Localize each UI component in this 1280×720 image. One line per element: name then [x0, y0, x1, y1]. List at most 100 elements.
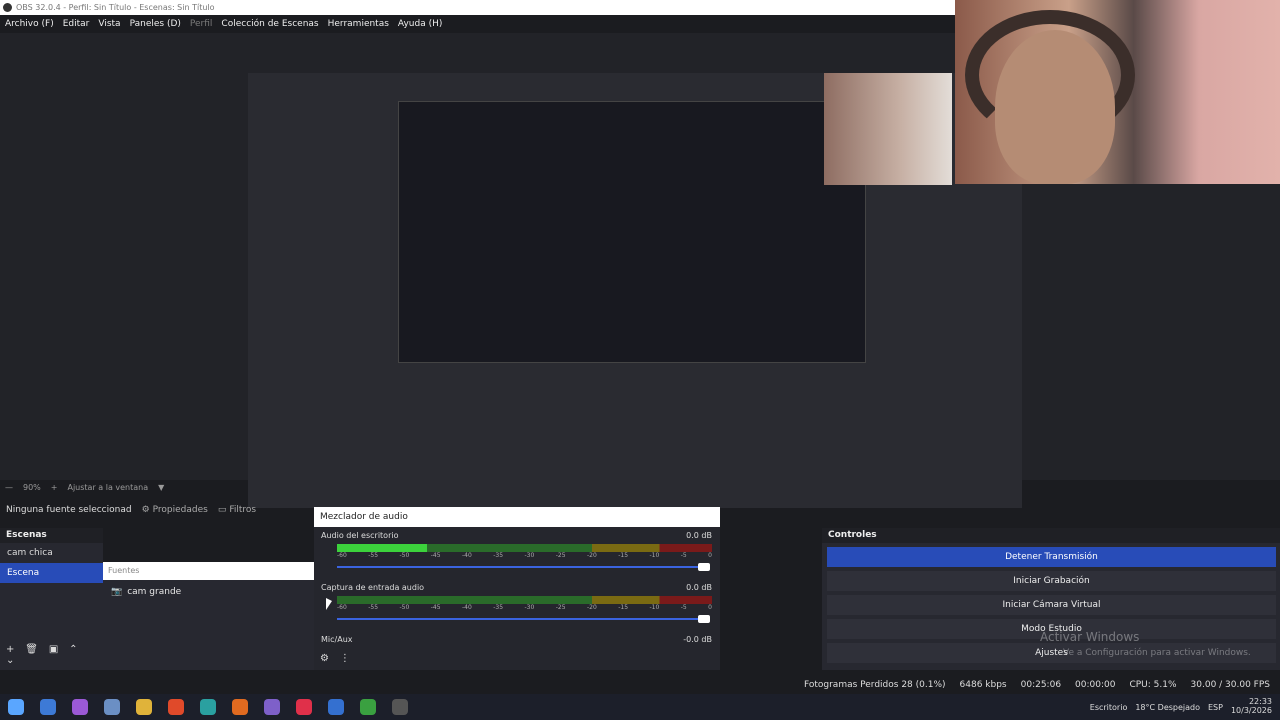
chrome-icon[interactable]: [360, 699, 376, 715]
meter-tick-label: -25: [555, 604, 566, 611]
windows-start-icon[interactable]: [8, 699, 24, 715]
properties-button[interactable]: ⚙ Propiedades: [142, 505, 208, 515]
channel-name: Mic/Aux: [321, 635, 353, 644]
menu-archivo[interactable]: Archivo (F): [5, 19, 54, 29]
meter-tick-label: -35: [493, 552, 504, 559]
meter-tick-label: -5: [680, 604, 687, 611]
mixer-channel-mic: Mic/Aux -0.0 dB: [314, 631, 720, 651]
menu-editar[interactable]: Editar: [63, 19, 90, 29]
meter-tick-label: -55: [368, 604, 379, 611]
window-title-bar: OBS 32.0.4 - Perfil: Sin Título - Escena…: [0, 0, 955, 15]
menu-ayuda[interactable]: Ayuda (H): [398, 19, 442, 29]
obs-logo-icon: [3, 3, 12, 12]
menu-herramientas[interactable]: Herramientas: [328, 19, 389, 29]
nested-preview-image: [398, 101, 866, 363]
channel-db: 0.0 dB: [686, 583, 712, 592]
language[interactable]: ESP: [1208, 703, 1223, 712]
mouse-cursor: [326, 598, 332, 610]
start-virtual-camera-button[interactable]: Iniciar Cámara Virtual: [827, 595, 1276, 615]
chevron-down-icon[interactable]: ▼: [158, 483, 164, 492]
webcam-image: [955, 0, 1280, 184]
scenes-title: Escenas: [0, 528, 103, 543]
controls-title: Controles: [822, 528, 1280, 543]
app-icon[interactable]: [72, 699, 88, 715]
channel-name: Audio del escritorio: [321, 531, 399, 540]
activation-watermark-title: Activar Windows: [1040, 630, 1140, 644]
mixer-channel-desktop: Audio del escritorio 0.0 dB -60 -55 -50 -45…: [314, 527, 720, 579]
meter-tick-label: -10: [649, 604, 660, 611]
meter-tick-label: -40: [462, 604, 472, 611]
move-up-icon[interactable]: ⌃: [69, 644, 77, 655]
stream-time: 00:25:06: [1020, 679, 1062, 690]
meter-tick-label: -30: [524, 604, 535, 611]
filters-label: Filtros: [229, 505, 257, 515]
files-icon[interactable]: [104, 699, 120, 715]
weather[interactable]: 18°C Despejado: [1135, 703, 1200, 712]
zoom-in-button[interactable]: +: [51, 483, 58, 492]
advanced-audio-icon[interactable]: ⚙: [320, 653, 329, 664]
fps: 30.00 / 30.00 FPS: [1190, 679, 1270, 690]
fader-knob[interactable]: [698, 615, 710, 623]
meter-tick-label: -20: [587, 552, 597, 559]
trash-icon[interactable]: 🗑: [25, 644, 38, 655]
edge-browser-icon[interactable]: [200, 699, 216, 715]
no-source-label: Ninguna fuente seleccionad: [6, 505, 132, 515]
system-tray: Escritorio 18°C Despejado ESP 22:33 10/3…: [1090, 694, 1272, 720]
folder-icon[interactable]: [136, 699, 152, 715]
scenes-toolbar: + 🗑 ▣ ⌃ ⌄: [6, 644, 103, 666]
app2-icon[interactable]: [232, 699, 248, 715]
app3-icon[interactable]: [264, 699, 280, 715]
scene-item-cam-chica[interactable]: cam chica: [0, 543, 103, 563]
source-item-cam-grande[interactable]: 📷 cam grande: [103, 580, 315, 604]
volume-meter: [337, 544, 712, 552]
gear-icon: ⚙: [141, 505, 150, 515]
filters-button[interactable]: ▭ Filtros: [218, 505, 256, 515]
scene-item-escena[interactable]: Escena: [0, 563, 103, 583]
volume-fader[interactable]: [337, 562, 712, 572]
zoom-fit-label[interactable]: Ajustar a la ventana: [67, 483, 148, 492]
edge-icon[interactable]: [40, 699, 56, 715]
meter-tick-label: -50: [399, 604, 410, 611]
menu-coleccion-escenas[interactable]: Colección de Escenas: [221, 19, 318, 29]
bitrate: 6486 kbps: [959, 679, 1007, 690]
meter-tick-label: -15: [618, 552, 629, 559]
more-menu-icon[interactable]: ⋮: [340, 653, 350, 664]
clock[interactable]: 22:33 10/3/2026: [1231, 697, 1272, 716]
start-record-button[interactable]: Iniciar Grabación: [827, 571, 1276, 591]
sources-dock: Fuentes 📷 cam grande: [103, 562, 315, 670]
fader-knob[interactable]: [698, 563, 710, 571]
meter-tick-label: -20: [587, 604, 597, 611]
camera-icon: 📷: [111, 587, 123, 597]
activation-watermark-text: Ve a Configuración para activar Windows.: [1063, 648, 1251, 658]
channel-name: Captura de entrada audio: [321, 583, 425, 592]
app4-icon[interactable]: [296, 699, 312, 715]
audio-mixer-dock: Mezclador de audio Audio del escritorio …: [314, 507, 720, 670]
properties-label: Propiedades: [152, 505, 208, 515]
window-title: OBS 32.0.4 - Perfil: Sin Título - Escena…: [16, 3, 215, 12]
meter-tick-label: -60: [337, 552, 347, 559]
app5-icon[interactable]: [328, 699, 344, 715]
program-preview[interactable]: [248, 73, 1022, 508]
menu-paneles[interactable]: Paneles (D): [130, 19, 181, 29]
volume-meter: [337, 596, 712, 604]
source-item-label: cam grande: [127, 587, 182, 597]
add-scene-icon[interactable]: +: [6, 644, 14, 655]
filter-icon[interactable]: ▣: [49, 644, 58, 655]
move-down-icon[interactable]: ⌄: [6, 655, 14, 666]
volume-fader[interactable]: [337, 614, 712, 624]
desktop-label[interactable]: Escritorio: [1090, 703, 1128, 712]
menu-perfil[interactable]: Perfil: [190, 19, 213, 29]
meter-ticks: -60 -55 -50 -45 -40 -35 -30 -25 -20 -15 -10 -5 0: [337, 552, 712, 560]
meter-tick-label: -55: [368, 552, 379, 559]
source-toolbar: Ninguna fuente seleccionad ⚙ Propiedades…: [0, 500, 320, 520]
obs-taskbar-icon[interactable]: [392, 699, 408, 715]
channel-db: -0.0 dB: [683, 635, 712, 644]
meter-tick-label: -45: [430, 604, 441, 611]
menu-vista[interactable]: Vista: [98, 19, 120, 29]
dropped-frames: Fotogramas Perdidos 28 (0.1%): [804, 679, 946, 690]
stop-stream-button[interactable]: Detener Transmisión: [827, 547, 1276, 567]
brave-icon[interactable]: [168, 699, 184, 715]
meter-tick-label: -25: [555, 552, 566, 559]
meter-ticks: -60 -55 -50 -45 -40 -35 -30 -25 -20 -15 -10 -5 0: [337, 604, 712, 612]
zoom-out-button[interactable]: —: [5, 483, 13, 492]
